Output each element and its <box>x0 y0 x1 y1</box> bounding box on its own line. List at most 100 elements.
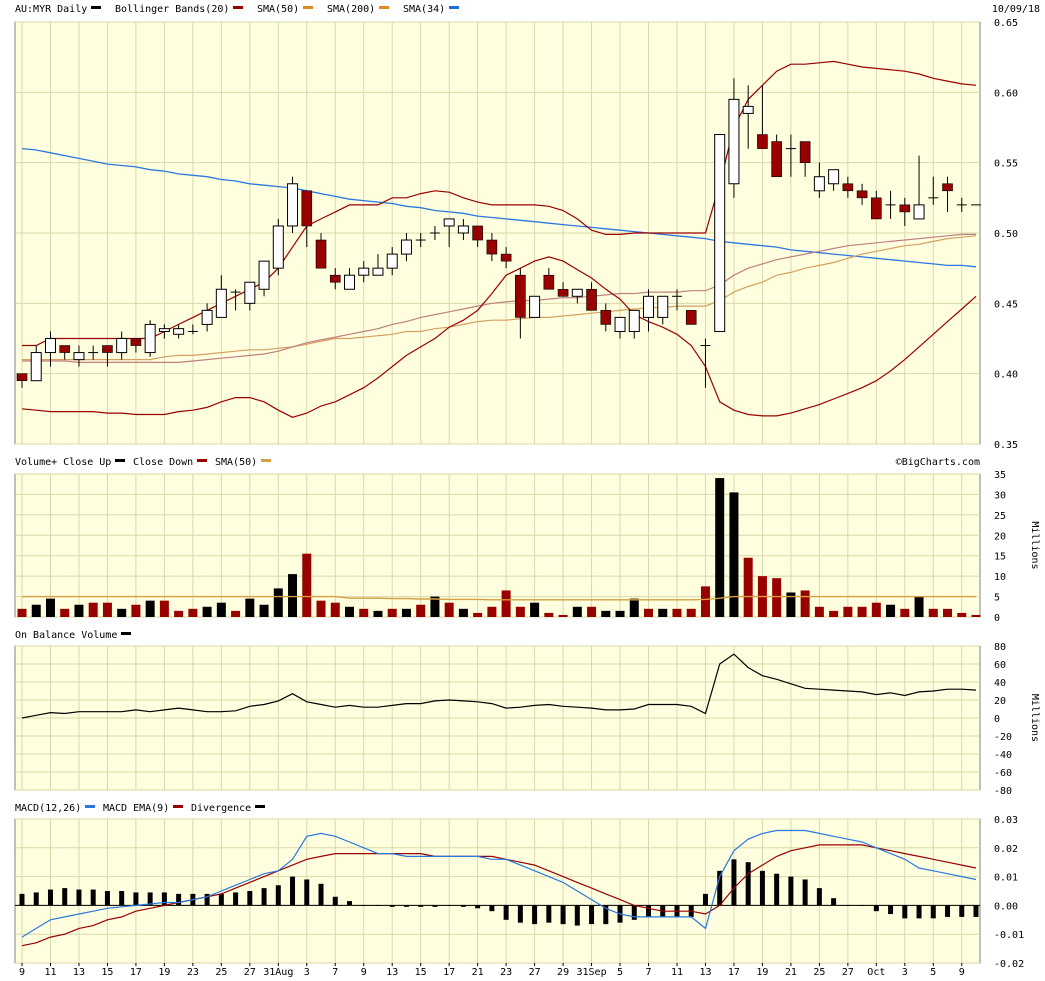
candle-body-up <box>714 134 726 332</box>
candle-body-down <box>486 239 498 255</box>
candle-body-up <box>828 169 840 185</box>
volume-tick-label: 25 <box>994 511 1006 522</box>
legend-label-3: SMA(200) <box>327 4 375 15</box>
x-tick-label: 3 <box>902 967 908 978</box>
volume-bar <box>629 598 639 617</box>
volume-bar <box>359 608 369 617</box>
volume-bar <box>231 610 241 617</box>
volume-bar <box>544 612 554 617</box>
candle-body-up <box>913 204 925 220</box>
divergence-bar <box>574 905 580 926</box>
candle <box>287 176 299 233</box>
volume-background <box>14 473 981 618</box>
divergence-bar <box>831 898 837 906</box>
x-tick-label: 13 <box>699 967 711 978</box>
volume-bar <box>943 608 953 617</box>
candle-body-up <box>643 295 655 318</box>
volume-bar <box>131 604 141 617</box>
obv-tick-label: -40 <box>994 750 1012 761</box>
divergence-bar <box>233 892 239 906</box>
divergence-bar <box>916 905 922 919</box>
divergence-bar <box>318 883 324 906</box>
volume-bar <box>886 604 896 617</box>
macd-background <box>14 818 981 964</box>
divergence-bar <box>346 901 352 906</box>
x-tick-label: 13 <box>386 967 398 978</box>
x-tick-label: 17 <box>728 967 740 978</box>
divergence-bar <box>646 905 652 917</box>
x-tick-label: 11 <box>44 967 56 978</box>
divergence-bar <box>19 893 25 906</box>
volume-bar <box>914 596 924 617</box>
volume-axis-label: Millions <box>1029 521 1040 569</box>
candle-body-up <box>215 288 227 318</box>
divergence-bar <box>532 905 538 925</box>
candle-body-down <box>856 190 868 199</box>
volume-bar <box>159 600 169 617</box>
price-tick-label: 0.55 <box>994 159 1018 170</box>
x-tick-label: 27 <box>529 967 541 978</box>
divergence-bar <box>261 888 267 906</box>
x-tick-label: 13 <box>73 967 85 978</box>
divergence-bar <box>845 905 851 906</box>
volume-bar <box>658 608 668 617</box>
volume-bar <box>729 492 739 617</box>
obv-tick-label: 0 <box>994 714 1000 725</box>
candle-body-down <box>799 141 811 163</box>
volume-legend-label-0: Volume+ Close Up <box>15 457 111 468</box>
volume-bar <box>743 557 753 617</box>
legend-swatch-2 <box>303 6 313 9</box>
x-tick-label: 19 <box>756 967 768 978</box>
x-tick-label: 9 <box>361 967 367 978</box>
x-tick-label: 5 <box>617 967 623 978</box>
divergence-bar <box>432 905 438 907</box>
volume-bar <box>316 600 326 617</box>
candle <box>685 310 697 325</box>
volume-tick-label: 0 <box>994 613 1000 624</box>
volume-bar <box>572 606 582 617</box>
candle-body-up <box>73 352 85 361</box>
volume-bar <box>558 614 568 617</box>
x-tick-label: 5 <box>930 967 936 978</box>
macd-legend-swatch-0 <box>85 805 95 808</box>
volume-bar <box>74 604 84 617</box>
candle-body-up <box>116 338 128 354</box>
candle-body-down <box>942 183 953 192</box>
macd-tick-label: -0.02 <box>994 959 1024 970</box>
volume-bar <box>900 608 910 617</box>
macd-legend-swatch-2 <box>255 805 265 808</box>
divergence-bar <box>304 879 310 906</box>
obv-axis-label: Millions <box>1029 694 1040 742</box>
x-tick-label: Oct <box>867 967 885 978</box>
candle-body-up <box>258 260 270 290</box>
volume-bar <box>644 608 654 617</box>
volume-bar <box>700 586 710 617</box>
price-tick-label: 0.65 <box>994 18 1018 29</box>
x-tick-label: 23 <box>187 967 199 978</box>
volume-tick-label: 15 <box>994 552 1006 563</box>
candle-body-up <box>372 267 384 276</box>
volume-tick-label: 35 <box>994 470 1006 481</box>
volume-bar <box>515 606 525 617</box>
volume-bar <box>302 553 312 617</box>
macd-tick-label: 0.01 <box>994 873 1018 884</box>
candle-body-down <box>59 345 71 353</box>
volume-bar <box>800 590 810 617</box>
volume-bar <box>530 602 540 617</box>
divergence-bar <box>218 893 224 906</box>
obv-tick-label: -80 <box>994 786 1012 797</box>
x-tick-label: 19 <box>158 967 170 978</box>
divergence-bar <box>902 905 908 919</box>
divergence-bar <box>489 905 495 912</box>
volume-bar <box>444 602 454 617</box>
divergence-bar <box>560 905 566 925</box>
divergence-bar <box>403 905 409 907</box>
candle-body-down <box>329 274 341 283</box>
volume-bar <box>587 606 597 617</box>
volume-bar <box>216 602 226 617</box>
x-tick-label: 17 <box>443 967 455 978</box>
candle-body-up <box>201 309 213 325</box>
volume-bar <box>871 602 881 617</box>
divergence-bar <box>930 905 936 919</box>
volume-bar <box>501 590 511 617</box>
